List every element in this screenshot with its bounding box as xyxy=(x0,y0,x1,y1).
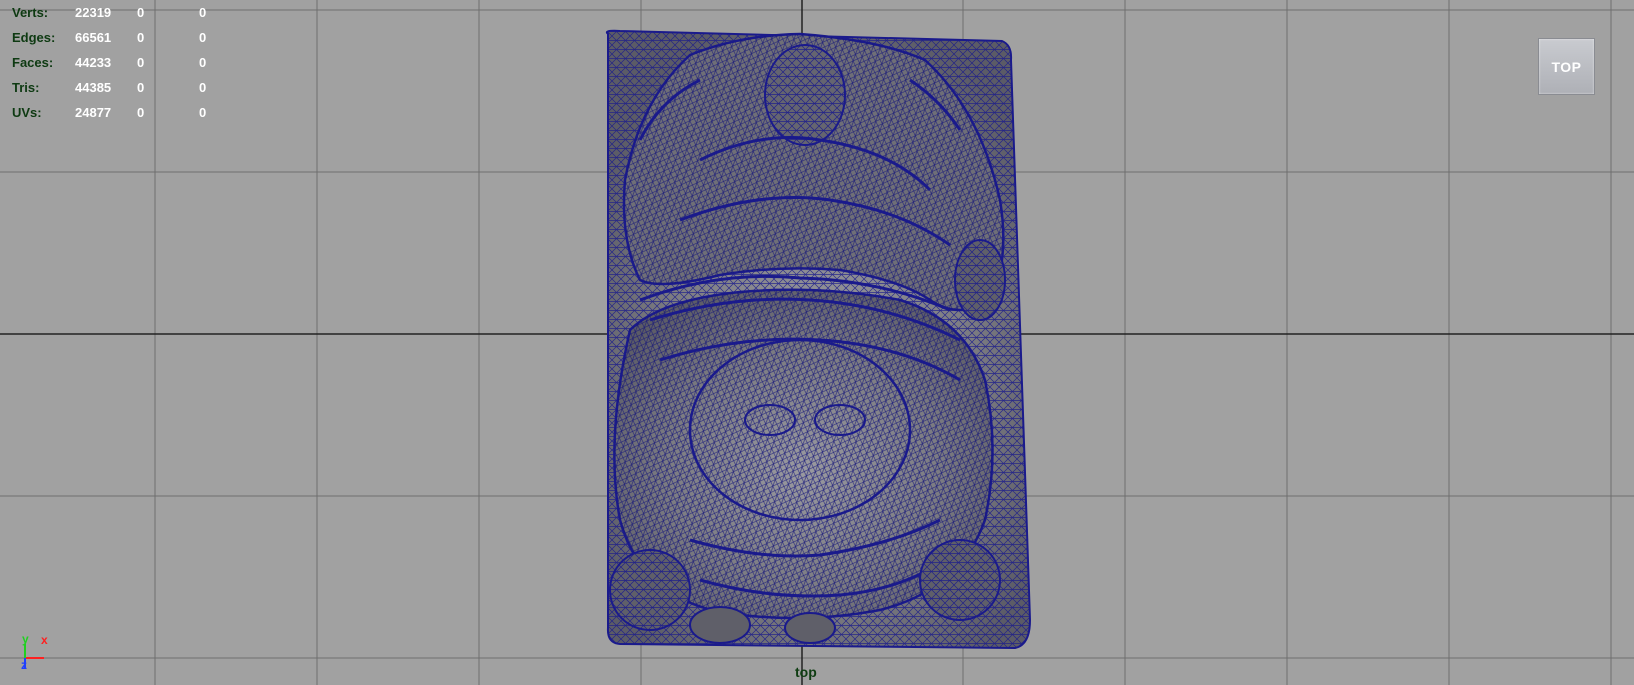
hud-row-verts: Verts: 22319 0 0 xyxy=(12,0,232,25)
axis-x-label: x xyxy=(41,633,48,647)
view-cube-icon[interactable]: TOP xyxy=(1538,38,1595,95)
hud-component-value: 0 xyxy=(199,105,207,120)
hud-component-value: 0 xyxy=(199,30,207,45)
hud-selected-value: 0 xyxy=(137,30,145,45)
viewport-panel[interactable]: Verts: 22319 0 0 Edges: 66561 0 0 Faces:… xyxy=(0,0,1634,685)
axis-gizmo-lines xyxy=(24,644,44,668)
hud-total-value: 66561 xyxy=(75,30,112,45)
hud-label: Faces: xyxy=(12,55,54,70)
poly-count-hud: Verts: 22319 0 0 Edges: 66561 0 0 Faces:… xyxy=(12,0,232,125)
hud-label: Edges: xyxy=(12,30,56,45)
view-cube-label: TOP xyxy=(1551,58,1582,75)
hud-selected-value: 0 xyxy=(137,105,145,120)
hud-row-edges: Edges: 66561 0 0 xyxy=(12,25,232,50)
hud-total-value: 44233 xyxy=(75,55,112,70)
hud-total-value: 44385 xyxy=(75,80,112,95)
hud-component-value: 0 xyxy=(199,80,207,95)
wireframe-mesh xyxy=(605,29,1032,650)
hud-label: UVs: xyxy=(12,105,42,120)
hud-selected-value: 0 xyxy=(137,80,145,95)
camera-name-label: top xyxy=(795,664,817,680)
hud-label: Verts: xyxy=(12,5,49,20)
viewport-grid xyxy=(0,0,1634,685)
hud-label: Tris: xyxy=(12,80,40,95)
hud-row-tris: Tris: 44385 0 0 xyxy=(12,75,232,100)
hud-selected-value: 0 xyxy=(137,5,145,20)
hud-component-value: 0 xyxy=(199,5,207,20)
axis-gizmo-icon: y x z xyxy=(14,632,54,676)
hud-row-faces: Faces: 44233 0 0 xyxy=(12,50,232,75)
hud-total-value: 22319 xyxy=(75,5,112,20)
axis-z-label: z xyxy=(21,658,27,672)
hud-selected-value: 0 xyxy=(137,55,145,70)
hud-component-value: 0 xyxy=(199,55,207,70)
hud-row-uvs: UVs: 24877 0 0 xyxy=(12,100,232,125)
axis-y-label: y xyxy=(22,632,29,646)
hud-total-value: 24877 xyxy=(75,105,112,120)
